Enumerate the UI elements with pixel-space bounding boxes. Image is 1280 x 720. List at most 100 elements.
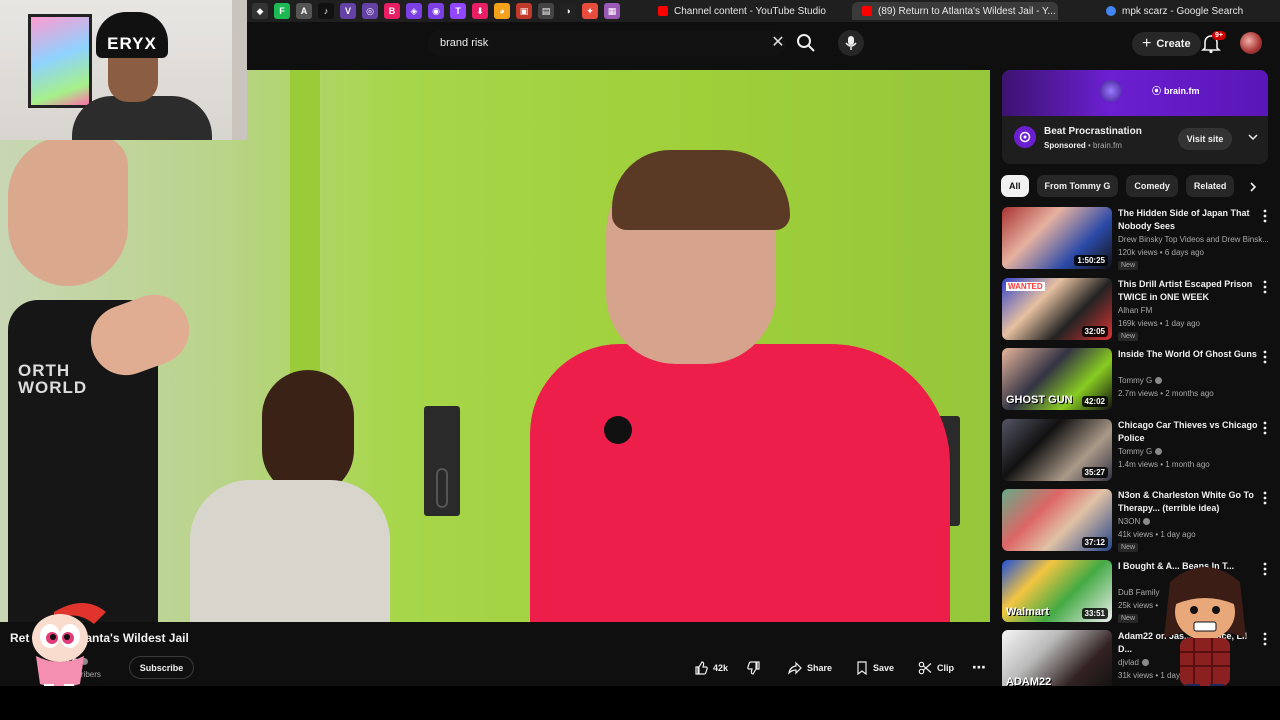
tab-label: Channel content - YouTube Studio [674,5,826,17]
tab-label: mpk scarz - Google Search [1122,5,1244,17]
recommendation-channel[interactable]: Alhan FM [1118,306,1268,315]
chip-related[interactable]: Related [1185,175,1235,197]
recommendation-item[interactable]: 37:12 N3on & Charleston White Go To Thera… [1002,489,1272,553]
chevron-down-icon[interactable] [1246,130,1260,144]
pinned-tab-icon[interactable]: ◈ [406,3,422,19]
save-button[interactable]: Save [848,656,903,679]
recommendation-title[interactable]: N3on & Charleston White Go To Therapy...… [1118,489,1258,515]
tab-youtube-studio[interactable]: Channel content - YouTube Studio [648,2,834,20]
more-vertical-icon[interactable] [1260,632,1270,646]
clip-button[interactable]: Clip [910,656,962,679]
save-label: Save [873,662,895,673]
recommendation-meta: 1.4m views • 1 month ago [1118,459,1210,469]
recommendation-item[interactable]: 1:50:25 The Hidden Side of Japan That Nob… [1002,207,1272,271]
share-arrow-icon [788,661,802,675]
search-input[interactable]: brand risk [428,30,786,56]
recommendation-item[interactable]: 35:27 Chicago Car Thieves vs Chicago Poli… [1002,418,1272,483]
recommendation-title[interactable]: Inside The World Of Ghost Guns [1118,348,1258,361]
recommendation-item[interactable]: WANTED 32:05 This Drill Artist Escaped Pri… [1002,277,1272,342]
video-thumbnail[interactable]: 1:50:25 [1002,207,1112,269]
voice-search-button[interactable] [838,30,864,56]
chevron-right-icon [1250,182,1257,192]
chip-comedy[interactable]: Comedy [1126,175,1178,197]
thumbnail-caption: GHOST GUN [1006,394,1073,406]
tab-label: (89) Return to Atlanta's Wildest Jail - … [878,5,1056,17]
more-vertical-icon[interactable] [1260,491,1270,505]
more-actions-wrap: ⋯ [968,656,990,679]
more-horizontal-icon: ⋯ [972,659,986,675]
pinned-tab-icon[interactable]: ▣ [516,3,532,19]
powerpuff-sticker-icon [32,603,106,692]
pinned-tab-icon[interactable]: B [384,3,400,19]
recommendation-item[interactable]: GHOST GUN 42:02 Inside The World Of Ghost … [1002,348,1272,412]
video-duration: 1:50:25 [1074,255,1108,266]
bookmark-icon [857,660,867,675]
recommendation-channel[interactable]: N3ON [1118,517,1268,526]
visit-site-button[interactable]: Visit site [1178,128,1232,150]
pinned-tab-icon[interactable]: F [274,3,290,19]
pinned-tab-icon[interactable]: ◉ [428,3,444,19]
recommendation-title[interactable]: Chicago Car Thieves vs Chicago Police [1118,419,1258,445]
like-count: 42k [713,662,729,673]
scene-person-left: ORTH WORLD [8,130,199,622]
pinned-tab-icon[interactable]: V [340,3,356,19]
pinned-tab-icon[interactable]: ♪ [318,3,334,19]
subscribe-button[interactable]: Subscribe [129,656,194,679]
door-frame [232,0,247,140]
pinned-tab-icon[interactable]: ◆ [252,3,268,19]
more-vertical-icon[interactable] [1260,209,1270,223]
recommendation-channel[interactable]: Drew Binsky Top Videos and Drew Binsk... [1118,235,1268,244]
pinned-tab-icon[interactable]: ⬇ [472,3,488,19]
like-dislike-group: 42k [686,656,768,679]
more-vertical-icon[interactable] [1260,350,1270,364]
chip-from-tommy-g[interactable]: From Tommy G [1036,175,1119,197]
video-thumbnail[interactable]: ADAM22 [1002,630,1112,692]
pinned-tab-icon[interactable]: ◕ [494,3,510,19]
share-label: Share [807,662,833,673]
video-thumbnail[interactable]: GHOST GUN 42:02 [1002,348,1112,410]
share-button[interactable]: Share [780,656,841,679]
video-thumbnail[interactable]: 35:27 [1002,418,1112,481]
chips-next-button[interactable] [1244,178,1262,196]
more-actions-button[interactable]: ⋯ [968,656,990,679]
pinned-tabs: ◆ F A ♪ V ◎ B ◈ ◉ T ⬇ ◕ ▣ ▤ ◑ ✦ ▦ [252,3,620,19]
pinned-tab-icon[interactable]: ✦ [582,3,598,19]
brain-icon: ⦿ [1152,86,1162,96]
tab-current-video[interactable]: (89) Return to Atlanta's Wildest Jail - … [852,2,1058,20]
video-thumbnail[interactable]: 37:12 [1002,489,1112,551]
bottom-black-bar [0,686,1280,720]
recommendation-channel[interactable]: Tommy G [1118,447,1268,456]
pinned-tab-icon[interactable]: ◎ [362,3,378,19]
verified-icon [1141,659,1149,666]
account-avatar[interactable] [1240,32,1262,54]
video-thumbnail[interactable]: WANTED 32:05 [1002,277,1112,340]
ad-channel-logo [1014,126,1036,148]
brainfm-logo-icon [1019,131,1031,143]
more-vertical-icon[interactable] [1260,562,1270,576]
shirt-logo: ORTH WORLD [18,361,88,397]
search-button[interactable] [794,31,818,55]
dislike-button[interactable] [741,656,768,679]
video-thumbnail[interactable]: Walmart 33:51 [1002,559,1112,622]
pinned-tab-icon[interactable]: T [450,3,466,19]
recommendation-channel[interactable]: Tommy G [1118,376,1268,385]
thumbs-up-icon [695,660,708,675]
more-vertical-icon[interactable] [1260,280,1270,294]
pinned-tab-icon[interactable]: ▦ [604,3,620,19]
pinned-tab-icon[interactable]: A [296,3,312,19]
recommendation-title[interactable]: The Hidden Side of Japan That Nobody See… [1118,207,1258,233]
new-badge: New [1118,331,1139,341]
chip-all[interactable]: All [1001,175,1029,197]
tab-google-search[interactable]: mpk scarz - Google Search [1096,2,1266,20]
create-button[interactable]: + Create [1132,32,1201,56]
pinned-tab-icon[interactable]: ▤ [538,3,554,19]
recommendation-title[interactable]: This Drill Artist Escaped Prison TWICE i… [1118,278,1258,304]
pinned-tab-icon[interactable]: ◑ [560,3,576,19]
more-vertical-icon[interactable] [1260,421,1270,435]
sponsored-ad-card[interactable]: ⦿ brain.fm Beat Procrastination Sponsore… [1002,70,1268,164]
clear-search-icon[interactable]: ✕ [768,32,788,52]
share-button-wrap: Share [780,656,841,679]
new-badge: New [1118,261,1139,270]
like-button[interactable]: 42k [686,656,737,679]
video-player[interactable]: ORTH WORLD [0,70,990,622]
